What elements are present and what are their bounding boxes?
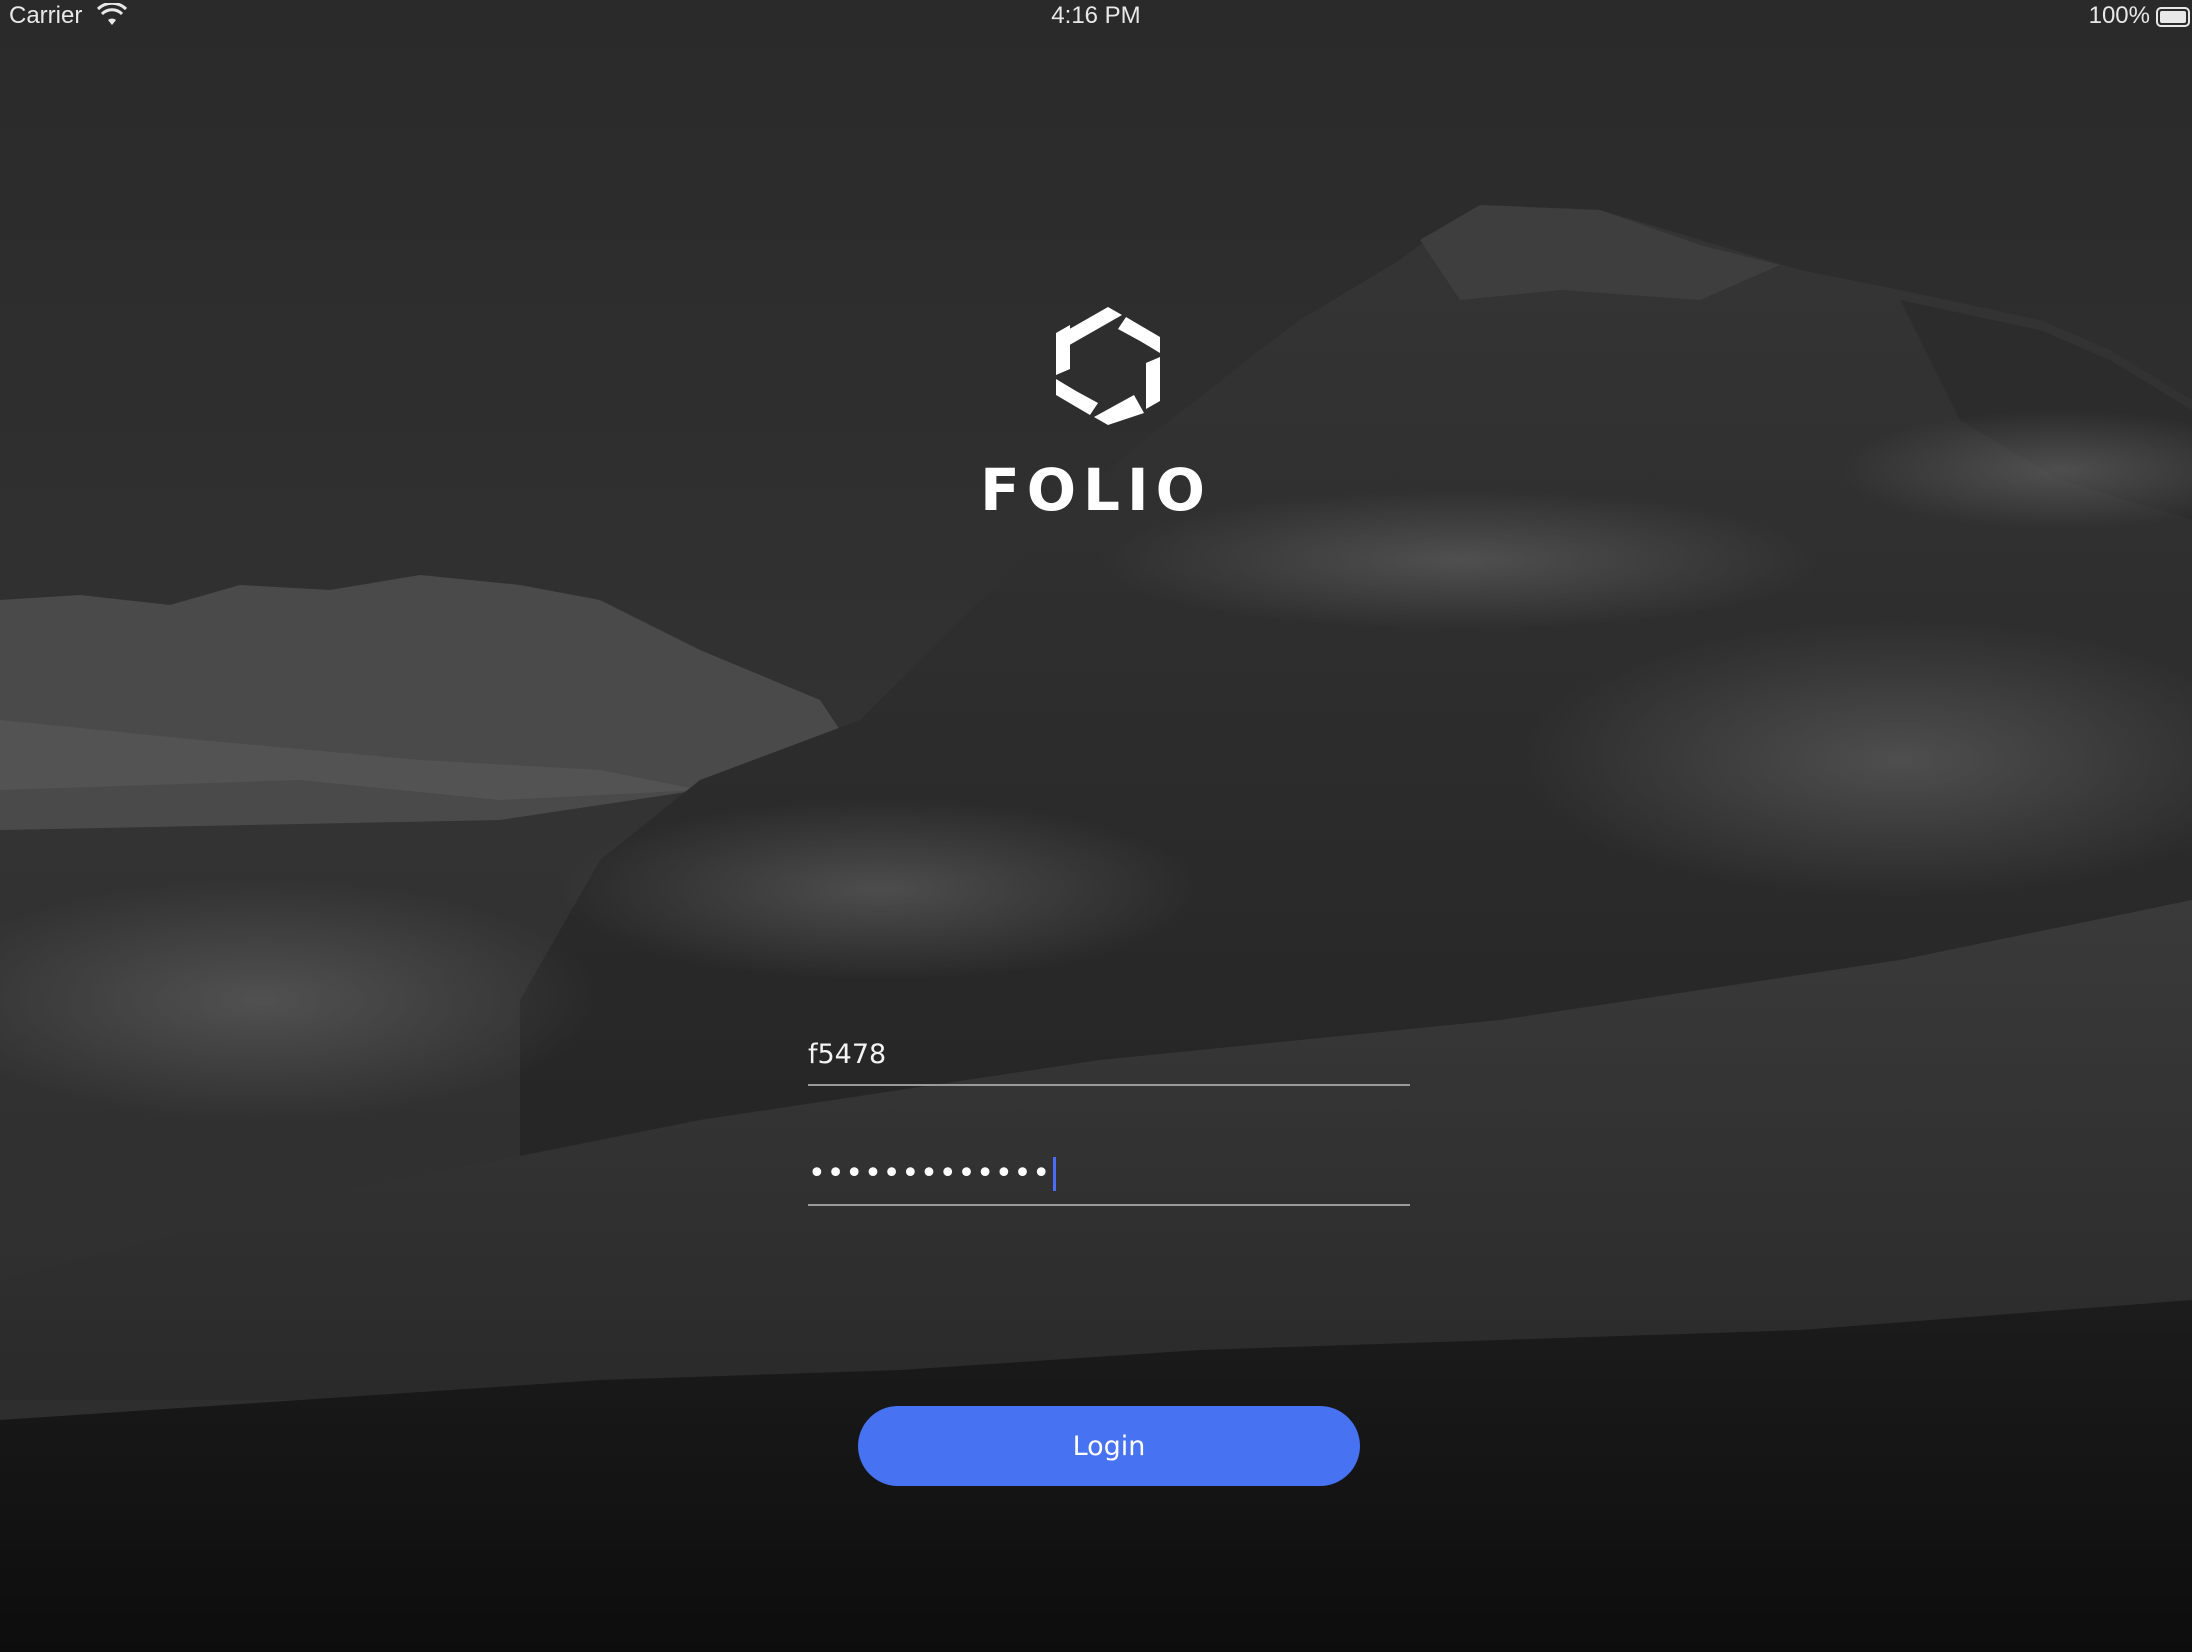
mountain-background-image	[0, 0, 2192, 1652]
password-masked-value: •••••••••••••	[808, 1156, 1052, 1191]
text-cursor	[1053, 1156, 1057, 1191]
app-name: FOLIO	[980, 456, 1212, 524]
status-bar: Carrier 4:16 PM 100%	[0, 0, 2192, 34]
battery-icon	[2156, 7, 2190, 27]
password-field[interactable]: •••••••••••••	[808, 1148, 1410, 1206]
battery-percentage: 100%	[2088, 2, 2150, 29]
login-screen: Carrier 4:16 PM 100% FOLIO •••••••••••••	[0, 0, 2192, 1652]
username-input[interactable]	[808, 1028, 1410, 1080]
password-input[interactable]: •••••••••••••	[808, 1156, 1057, 1191]
username-field[interactable]	[808, 1028, 1410, 1086]
status-time: 4:16 PM	[1051, 2, 1141, 29]
login-button[interactable]: Login	[858, 1406, 1360, 1486]
folio-hexagon-logo-icon	[1056, 307, 1160, 425]
